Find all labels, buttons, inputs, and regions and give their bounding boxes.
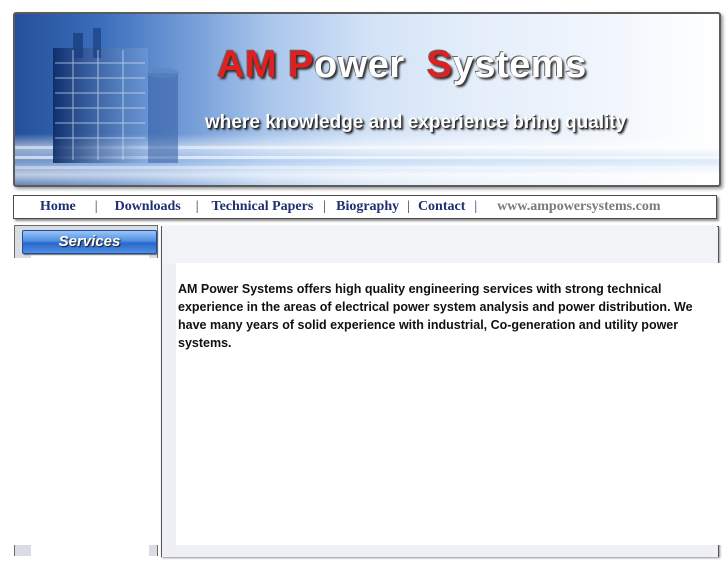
main-nav: Home | Downloads | Technical Papers | Bi…	[13, 195, 717, 219]
title-ystems: ystems	[452, 44, 587, 86]
nav-contact-link[interactable]: Contact	[418, 199, 465, 215]
nav-biography-link[interactable]: Biography	[336, 199, 399, 215]
title-p: P	[288, 44, 315, 86]
sidebar-blank-area	[6, 258, 158, 545]
site-banner: AM Power Systems where knowledge and exp…	[13, 12, 721, 187]
nav-home-link[interactable]: Home	[40, 199, 76, 215]
content-top-strip	[162, 226, 717, 264]
power-plant-image	[53, 28, 179, 163]
title-am: AM	[217, 44, 278, 86]
nav-separator: |	[474, 199, 478, 214]
nav-separator: |	[195, 199, 199, 214]
services-header: Services	[22, 230, 157, 254]
nav-separator: |	[323, 199, 327, 214]
intro-paragraph: AM Power Systems offers high quality eng…	[178, 282, 693, 350]
site-url: www.ampowersystems.com	[497, 199, 661, 214]
nav-technical-papers-link[interactable]: Technical Papers	[212, 199, 314, 215]
site-title: AM Power Systems	[217, 44, 587, 87]
site-tagline: where knowledge and experience bring qua…	[205, 112, 627, 133]
nav-separator: |	[94, 199, 98, 214]
title-ower: ower	[314, 44, 405, 86]
title-s: S	[426, 44, 453, 86]
nav-separator: |	[407, 199, 410, 214]
nav-downloads-link[interactable]: Downloads	[115, 199, 181, 215]
